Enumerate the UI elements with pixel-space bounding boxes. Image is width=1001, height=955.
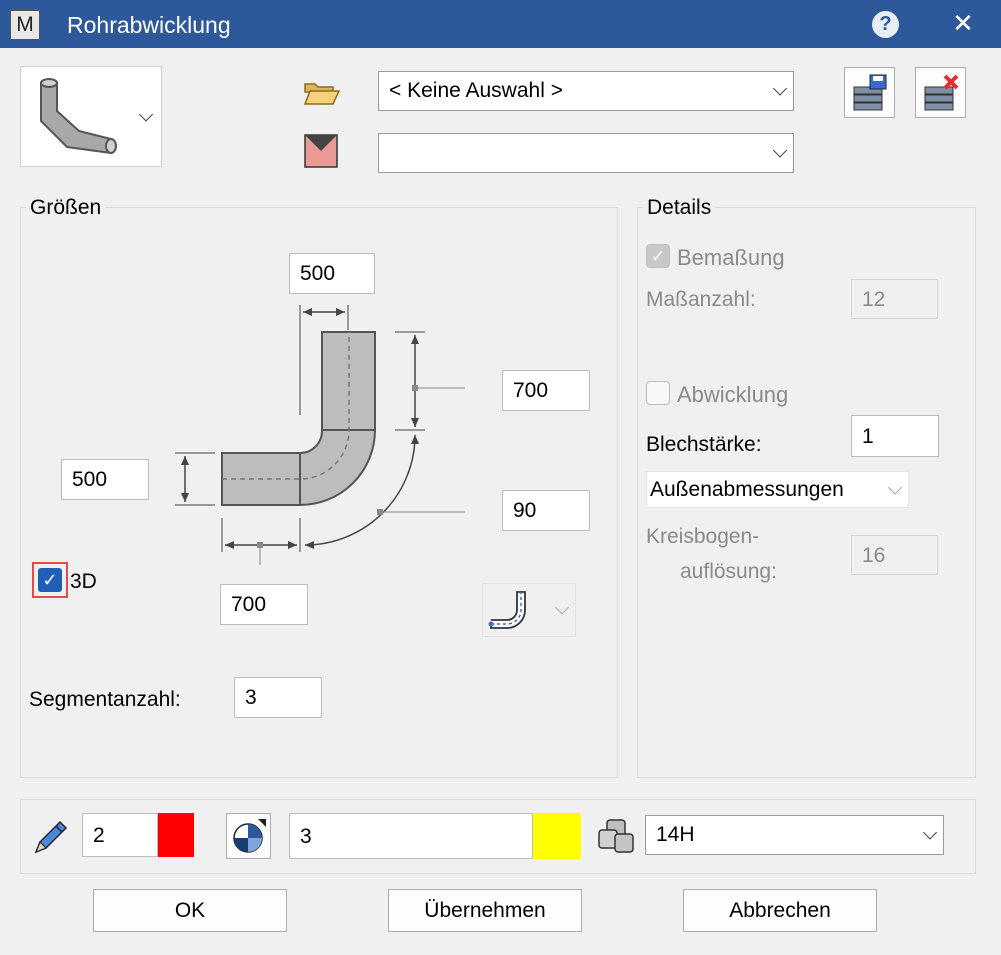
file-select-value: < Keine Auswahl > bbox=[389, 79, 563, 102]
unfold-checkbox[interactable] bbox=[646, 381, 670, 405]
help-icon[interactable]: ? bbox=[872, 11, 899, 38]
segment-input[interactable]: 3 bbox=[234, 677, 322, 718]
apply-button[interactable]: Übernehmen bbox=[388, 889, 582, 932]
elbow-diagram bbox=[175, 305, 465, 565]
pen-color-swatch[interactable] bbox=[158, 813, 194, 857]
line-input[interactable]: 3 bbox=[289, 813, 533, 859]
pipe-elbow-icon bbox=[40, 78, 117, 155]
angle-input[interactable]: 90 bbox=[502, 490, 590, 531]
measure-type-value: Außenabmessungen bbox=[650, 477, 844, 501]
segment-label: Segmentanzahl: bbox=[29, 688, 181, 711]
line-color-swatch[interactable] bbox=[533, 813, 581, 859]
ok-button[interactable]: OK bbox=[93, 889, 287, 932]
mark-icon[interactable] bbox=[304, 134, 338, 168]
chevron-down-icon bbox=[138, 106, 154, 122]
layer-combo[interactable] bbox=[378, 133, 794, 173]
database-delete-icon bbox=[924, 74, 958, 110]
bottom-width-input[interactable]: 700 bbox=[220, 584, 308, 625]
layer-select-value: 14H bbox=[656, 823, 695, 846]
file-select[interactable]: < Keine Auswahl > bbox=[378, 71, 794, 111]
line-type-button[interactable] bbox=[226, 813, 271, 859]
details-legend: Details bbox=[643, 196, 716, 220]
pen-icon[interactable] bbox=[30, 816, 72, 858]
thickness-label: Blechstärke: bbox=[646, 433, 762, 456]
close-icon[interactable]: ✕ bbox=[948, 8, 978, 38]
window-title: Rohrabwicklung bbox=[67, 12, 231, 38]
layer-icon[interactable] bbox=[597, 818, 637, 856]
chevron-down-icon bbox=[887, 479, 903, 495]
three-d-checkbox[interactable]: ✓ bbox=[38, 568, 62, 592]
app-icon: M bbox=[10, 10, 40, 40]
database-save-icon bbox=[853, 74, 886, 110]
chevron-down-icon bbox=[554, 600, 570, 615]
thickness-input[interactable]: 1 bbox=[851, 415, 939, 457]
line-type-icon bbox=[232, 819, 266, 853]
bend-type-select[interactable] bbox=[482, 583, 576, 637]
shape-selector[interactable] bbox=[20, 66, 162, 167]
measure-type-select[interactable]: Außenabmessungen bbox=[646, 471, 909, 508]
chevron-down-icon bbox=[772, 81, 788, 96]
dimension-label: Bemaßung bbox=[677, 245, 785, 270]
layer-select[interactable]: 14H bbox=[645, 815, 944, 855]
chevron-down-icon bbox=[772, 143, 788, 158]
chevron-down-icon bbox=[922, 825, 938, 840]
cancel-button[interactable]: Abbrechen bbox=[683, 889, 877, 932]
save-template-button[interactable] bbox=[844, 67, 895, 118]
arc-resolution-input[interactable]: 16 bbox=[851, 535, 938, 575]
dimension-checkbox[interactable]: ✓ bbox=[646, 244, 670, 268]
pen-input[interactable]: 2 bbox=[82, 813, 158, 857]
right-height-input[interactable]: 700 bbox=[502, 370, 590, 411]
sizes-legend: Größen bbox=[26, 196, 106, 220]
unfold-label: Abwicklung bbox=[677, 382, 789, 407]
arc-resolution-label-2: auflösung: bbox=[680, 560, 777, 583]
left-height-input[interactable]: 500 bbox=[61, 459, 149, 500]
dimension-count-label: Maßanzahl: bbox=[646, 288, 756, 311]
folder-icon[interactable] bbox=[303, 80, 341, 106]
arc-resolution-label-1: Kreisbogen- bbox=[646, 525, 760, 548]
bend-curve-icon bbox=[488, 591, 526, 629]
dimension-count-input[interactable]: 12 bbox=[851, 279, 938, 319]
top-width-input[interactable]: 500 bbox=[289, 253, 375, 294]
delete-template-button[interactable] bbox=[915, 67, 966, 118]
three-d-label: 3D bbox=[70, 570, 97, 593]
